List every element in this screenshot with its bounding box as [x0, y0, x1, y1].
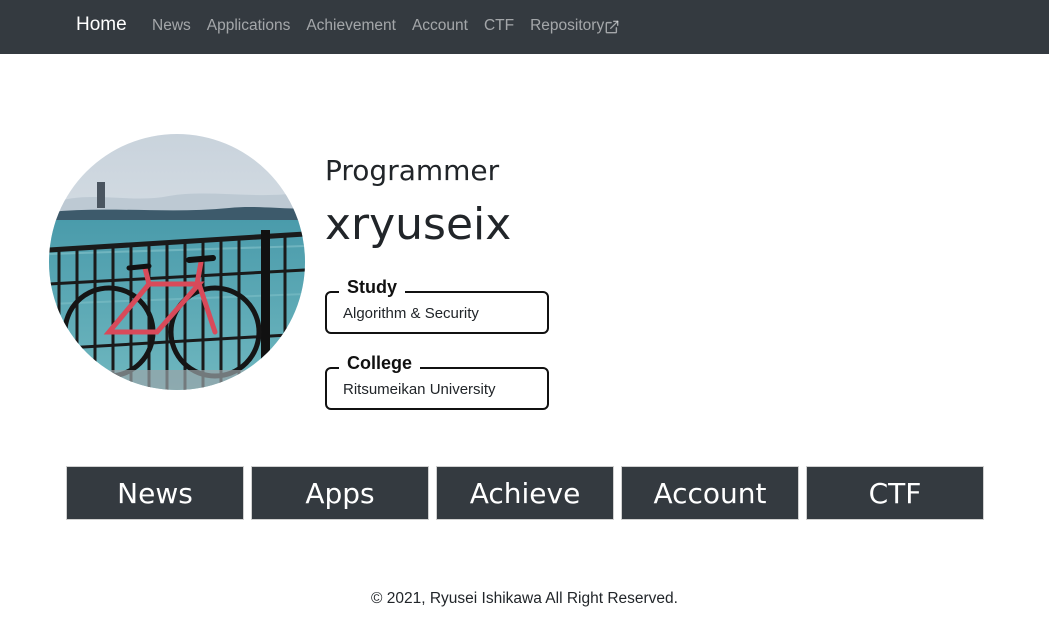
profile-handle: xryuseix — [325, 199, 512, 250]
nav-link-repository-label: Repository — [530, 17, 605, 34]
tile-apps[interactable]: Apps — [251, 466, 429, 520]
footer-copyright: © 2021, Ryusei Ishikawa All Right Reserv… — [371, 590, 678, 607]
tile-achieve[interactable]: Achieve — [436, 466, 614, 520]
nav-link-ctf[interactable]: CTF — [484, 17, 514, 35]
quick-links: News Apps Achieve Account CTF — [66, 466, 984, 520]
college-label: College — [339, 353, 421, 374]
nav-link-applications[interactable]: Applications — [207, 17, 291, 35]
study-value: Algorithm & Security — [343, 305, 479, 322]
top-navbar: Home News Applications Achievement Accou… — [0, 0, 1049, 54]
avatar — [49, 134, 305, 390]
nav-links: News Applications Achievement Account CT… — [152, 17, 619, 35]
nav-link-news[interactable]: News — [152, 17, 191, 35]
college-field: College Ritsumeikan University — [325, 353, 549, 410]
profile-subtitle: Programmer — [325, 154, 500, 187]
college-value: Ritsumeikan University — [343, 381, 496, 398]
nav-brand-home[interactable]: Home — [76, 14, 127, 36]
tile-news[interactable]: News — [66, 466, 244, 520]
tile-ctf[interactable]: CTF — [806, 466, 984, 520]
nav-link-account[interactable]: Account — [412, 17, 468, 35]
tile-account[interactable]: Account — [621, 466, 799, 520]
nav-link-achievement[interactable]: Achievement — [306, 17, 396, 35]
nav-link-repository[interactable]: Repository — [530, 17, 619, 35]
external-link-icon — [605, 20, 619, 33]
study-field: Study Algorithm & Security — [325, 277, 549, 334]
study-label: Study — [339, 277, 406, 298]
avatar-photo — [49, 134, 305, 390]
